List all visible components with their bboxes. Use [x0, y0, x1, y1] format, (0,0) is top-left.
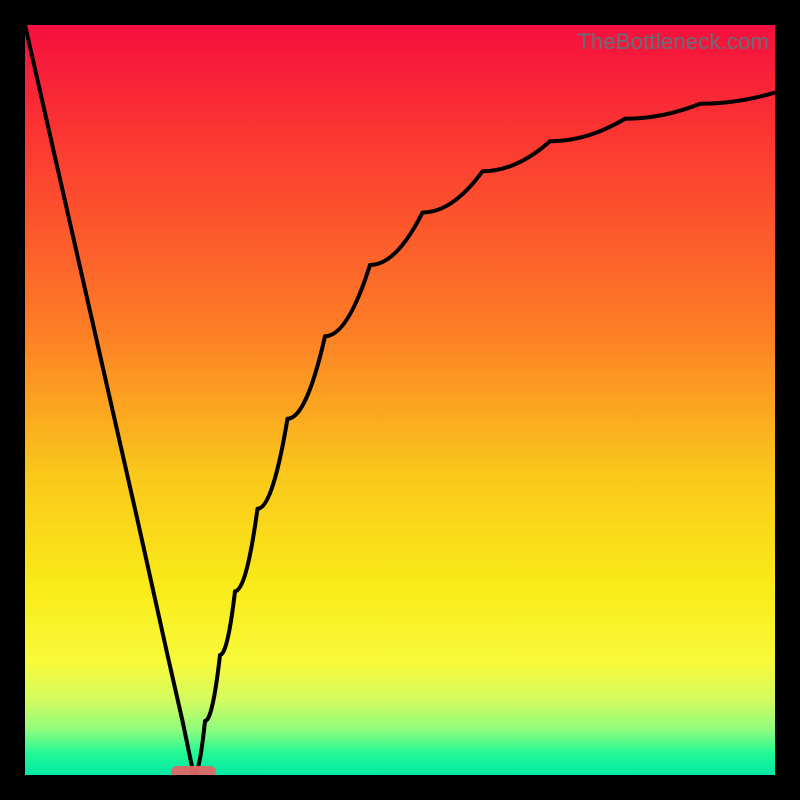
curve-svg [25, 25, 775, 775]
watermark-label: TheBottleneck.com [577, 29, 769, 55]
optimum-marker [171, 766, 216, 775]
chart-frame: TheBottleneck.com [0, 0, 800, 800]
plot-area: TheBottleneck.com [25, 25, 775, 775]
bottleneck-curve [25, 25, 775, 775]
